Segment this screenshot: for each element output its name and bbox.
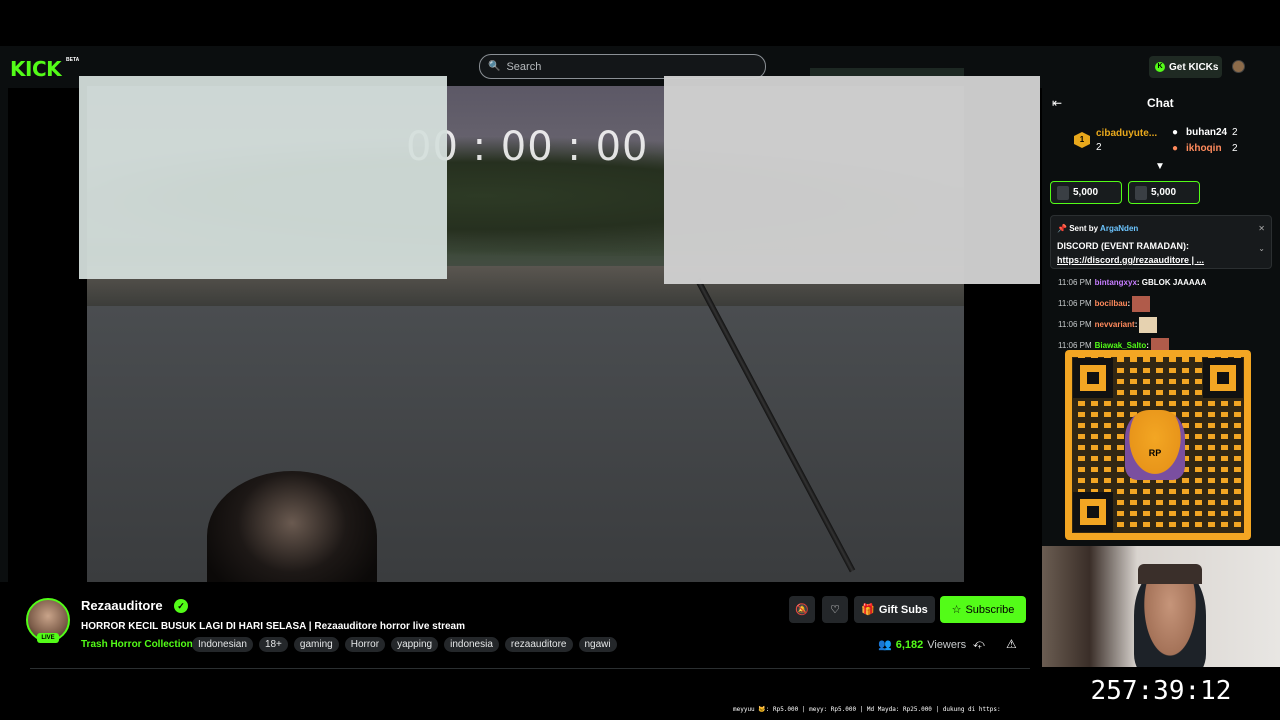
share-icon[interactable]: ⤽ — [973, 638, 985, 651]
kick-gift-amount: 5,000 — [1151, 187, 1177, 198]
tag[interactable]: 18+ — [258, 637, 288, 652]
viewers-icon: 👥 — [878, 639, 892, 651]
kick-gift-amount: 5,000 — [1073, 187, 1099, 198]
pinned-heading: DISCORD (EVENT RAMADAN): — [1057, 241, 1189, 251]
message-user[interactable]: nevvariant — [1095, 320, 1135, 329]
message-user[interactable]: Biawak_Salto — [1095, 341, 1147, 350]
subscribe-button[interactable]: ☆ Subscribe — [940, 596, 1026, 623]
emote-image — [1132, 296, 1151, 312]
message-time: 11:06 PM — [1058, 278, 1092, 287]
viewer-count: 👥 6,182 Viewers — [878, 638, 967, 652]
chevron-down-icon[interactable]: ⌄ — [1258, 244, 1265, 253]
gift-subs-button[interactable]: 🎁 Gift Subs — [854, 596, 935, 623]
message-text: : — [1146, 341, 1149, 351]
follow-button[interactable]: ♡ — [822, 596, 848, 623]
pinned-link[interactable]: https://discord.gg/rezaauditore | ... — [1057, 255, 1204, 265]
message-time: 11:06 PM — [1058, 299, 1092, 309]
streamer-name[interactable]: Rezaauditore — [81, 598, 163, 613]
search-icon: 🔍 — [488, 61, 501, 72]
message-time: 11:06 PM — [1058, 320, 1092, 330]
leaderboard-icon: ● — [1172, 127, 1179, 138]
pin-icon: 📌 — [1057, 224, 1067, 233]
chat-message: 11:06 PM nevvariant: — [1058, 317, 1158, 333]
gift-subs-label: Gift Subs — [878, 603, 928, 616]
chat-title: Chat — [1147, 96, 1174, 110]
gifter-avatar — [1135, 185, 1147, 200]
pinned-message[interactable]: 📌 Sent by ArgaNden ✕ DISCORD (EVENT RAMA… — [1050, 215, 1272, 269]
kick-gift-pill[interactable]: 5,000 — [1050, 181, 1122, 204]
chat-message: 11:06 PM bintangxyx: GBLOK JAAAAA — [1058, 278, 1206, 287]
unpin-icon[interactable]: ✕ — [1258, 224, 1265, 233]
streamer-hat — [1138, 564, 1202, 584]
donation-ticker: meyyuu 🐱: Rp5.000 | meyy: Rp5.000 | Md M… — [733, 706, 1001, 713]
stream-category[interactable]: Trash Horror Collection — [81, 639, 193, 650]
beta-badge: BETA — [66, 57, 80, 63]
get-kicks-button[interactable]: K Get KICKs — [1149, 56, 1222, 78]
qr-finder — [1073, 358, 1113, 398]
leaderboard-icon: ● — [1172, 143, 1179, 154]
stream-clock: 257:39:12 — [1042, 667, 1280, 720]
subscribe-label: Subscribe — [965, 603, 1015, 616]
qr-finder — [1203, 358, 1243, 398]
viewers-label: Viewers — [927, 638, 967, 651]
webcam-feed — [1042, 546, 1280, 667]
tag[interactable]: gaming — [293, 637, 339, 652]
tag[interactable]: Horror — [344, 637, 386, 652]
leaderboard-count: 2 — [1232, 143, 1238, 154]
tag[interactable]: yapping — [391, 637, 439, 652]
message-text: : GBLOK JAAAAA — [1136, 278, 1207, 287]
qr-code-overlay: RP — [1065, 350, 1251, 540]
gifter-avatar — [1057, 185, 1069, 200]
message-text: : — [1134, 320, 1138, 330]
tag[interactable]: ngawi — [578, 637, 617, 652]
collapse-chat-icon[interactable]: ⇤ — [1052, 96, 1062, 110]
stream-title: HORROR KECIL BUSUK LAGI DI HARI SELASA |… — [81, 621, 465, 632]
kick-logo[interactable]: KICK — [10, 57, 62, 81]
message-text: : — [1127, 299, 1131, 309]
overlay-panel-left — [79, 76, 447, 279]
bell-off-icon: 🔕 — [795, 604, 809, 616]
chat-message: 11:06 PM bocilbau: — [1058, 296, 1151, 312]
leaderboard-count: 2 — [1096, 142, 1102, 153]
viewers-number: 6,182 — [895, 638, 924, 651]
top-letterbox — [0, 0, 1280, 46]
qr-mascot: RP — [1125, 410, 1185, 480]
verified-icon: ✓ — [174, 599, 188, 613]
heart-icon: ♡ — [830, 604, 840, 616]
tag[interactable]: Indonesian — [192, 637, 253, 652]
tag[interactable]: rezaauditore — [504, 637, 573, 652]
overlay-panel-right — [664, 76, 1040, 284]
message-user[interactable]: bintangxyx — [1095, 278, 1137, 287]
live-badge: LIVE — [37, 633, 59, 643]
divider — [30, 668, 1030, 669]
rank-badge-icon: 1 — [1074, 132, 1090, 148]
kicks-coin-icon: K — [1155, 62, 1165, 72]
tag[interactable]: indonesia — [444, 637, 499, 652]
tag-list: Indonesian 18+ gaming Horror yapping ind… — [192, 637, 617, 652]
message-user[interactable]: bocilbau — [1095, 299, 1128, 308]
get-kicks-label: Get KICKs — [1169, 61, 1219, 73]
qr-finder — [1073, 492, 1113, 532]
kick-gift-pill[interactable]: 5,000 — [1128, 181, 1200, 204]
notifications-button[interactable]: 🔕 — [789, 596, 815, 623]
expand-icon[interactable]: ▼ — [1155, 161, 1165, 172]
gift-icon: 🎁 — [861, 604, 875, 616]
pinned-user[interactable]: ArgaNden — [1100, 224, 1138, 233]
left-sidebar — [0, 88, 8, 582]
report-icon[interactable]: ⚠ — [1006, 637, 1017, 651]
user-avatar[interactable] — [1232, 60, 1245, 73]
chat-header: ⇤ Chat — [1042, 88, 1280, 116]
emote-image — [1139, 317, 1158, 333]
leaderboard-user[interactable]: buhan24 — [1186, 127, 1227, 138]
message-time: 11:06 PM — [1058, 341, 1092, 351]
pinned-sender: 📌 Sent by ArgaNden — [1057, 224, 1138, 233]
star-icon: ☆ — [951, 604, 962, 616]
sent-by-label: Sent by — [1069, 224, 1099, 233]
leaderboard-user[interactable]: cibaduyute... — [1096, 128, 1157, 139]
search-input[interactable] — [506, 60, 747, 73]
leaderboard-user[interactable]: ikhoqin — [1186, 143, 1222, 154]
leaderboard-count: 2 — [1232, 127, 1238, 138]
